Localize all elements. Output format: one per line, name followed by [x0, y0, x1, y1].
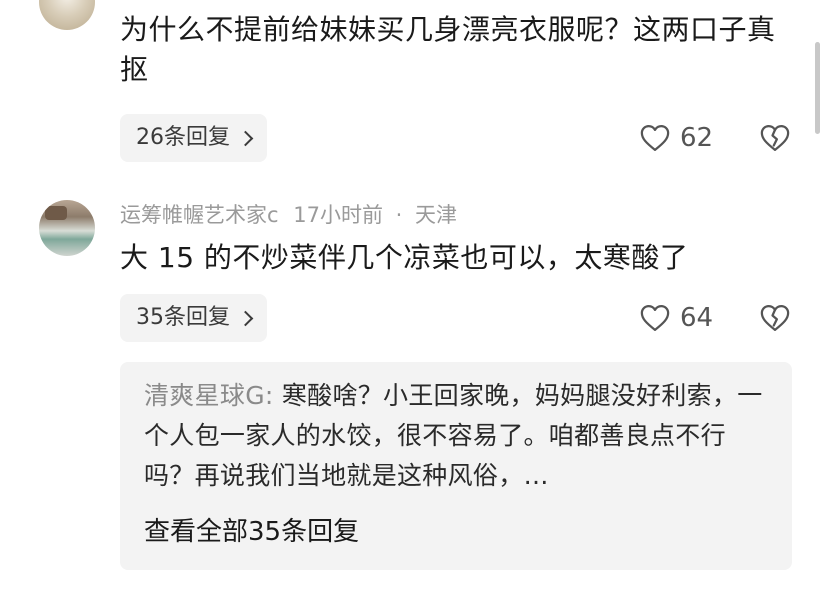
chevron-right-icon — [237, 130, 254, 146]
like-count: 64 — [680, 303, 714, 333]
comment-location: 天津 — [415, 203, 458, 227]
heart-outline-icon — [640, 125, 670, 151]
comment-text: 为什么不提前给妹妹买几身漂亮衣服呢？这两口子真抠 — [120, 13, 776, 86]
view-all-replies-link[interactable]: 查看全部35条回复 — [144, 512, 359, 552]
reply-author-colon: : — [264, 381, 274, 410]
like-count: 62 — [680, 123, 714, 153]
scrollbar[interactable] — [815, 42, 820, 134]
author-name[interactable]: 运筹帷幄艺术家c — [120, 203, 279, 227]
meta-separator: · — [395, 203, 403, 227]
like-button[interactable]: 64 — [640, 298, 713, 338]
view-replies-button[interactable]: 35条回复 — [120, 294, 267, 342]
broken-heart-icon[interactable] — [760, 123, 790, 153]
view-replies-button[interactable]: 26条回复 — [120, 114, 267, 162]
reply-author-name[interactable]: 清爽星球G — [144, 381, 265, 410]
replies-label: 35条回复 — [136, 305, 230, 330]
broken-heart-icon[interactable] — [760, 303, 790, 333]
comment-time: 17小时前 — [293, 203, 383, 227]
top-reply-box[interactable]: 清爽星球G: 寒酸啥？小王回家晚，妈妈腿没好利索，一个人包一家人的水饺，很不容易… — [120, 362, 792, 570]
like-button[interactable]: 62 — [640, 118, 713, 158]
replies-label: 26条回复 — [136, 125, 230, 150]
avatar[interactable] — [39, 0, 95, 30]
comment-text: 大 15 的不炒菜伴几个凉菜也可以，太寒酸了 — [120, 241, 689, 274]
heart-outline-icon — [640, 305, 670, 331]
chevron-right-icon — [237, 310, 254, 326]
comment-meta: 运筹帷幄艺术家c 17小时前 · 天津 — [120, 200, 457, 230]
top-reply-text: 清爽星球G: 寒酸啥？小王回家晚，妈妈腿没好利索，一个人包一家人的水饺，很不容易… — [144, 376, 774, 496]
avatar[interactable] — [39, 200, 95, 256]
